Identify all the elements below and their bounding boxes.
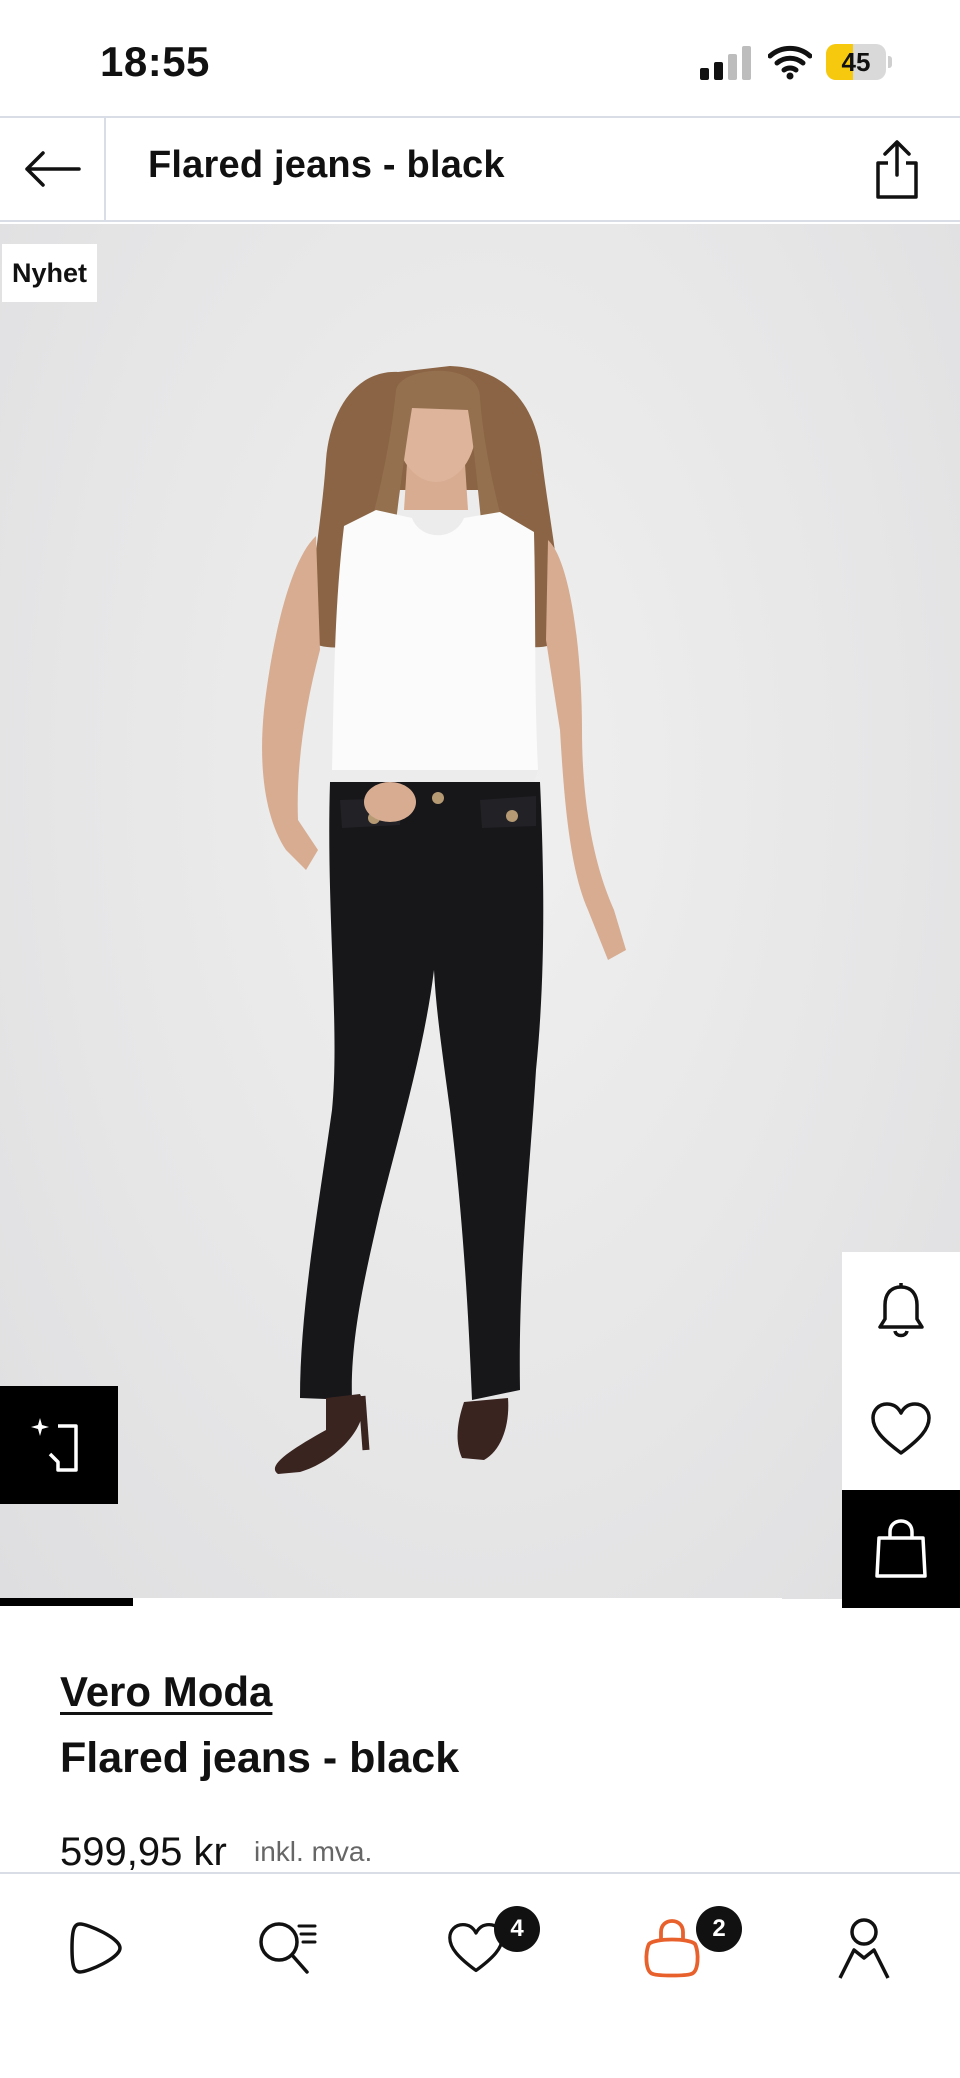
page-title: Flared jeans - black bbox=[148, 144, 505, 186]
user-icon bbox=[838, 1918, 890, 1979]
size-guide-button[interactable] bbox=[0, 1386, 118, 1504]
nav-profile[interactable] bbox=[814, 1898, 914, 1998]
size-measure-icon bbox=[31, 1418, 78, 1472]
vat-note: inkl. mva. bbox=[254, 1836, 373, 1867]
product-photo-model bbox=[262, 366, 626, 1474]
shopping-bag-icon bbox=[875, 1519, 927, 1578]
notify-button[interactable] bbox=[842, 1252, 960, 1370]
arrow-left-icon bbox=[25, 151, 81, 187]
wifi-icon bbox=[767, 44, 813, 80]
nav-search[interactable] bbox=[238, 1898, 338, 1998]
product-name: Flared jeans - black bbox=[60, 1734, 460, 1782]
app-header: Flared jeans - black bbox=[0, 116, 960, 222]
add-to-bag-button[interactable] bbox=[842, 1490, 960, 1608]
status-time: 18:55 bbox=[100, 38, 210, 85]
battery-icon: 45 bbox=[826, 44, 892, 82]
favorites-count-badge: 4 bbox=[494, 1906, 540, 1952]
bell-icon bbox=[878, 1283, 924, 1338]
product-price: 599,95 kr bbox=[60, 1830, 227, 1874]
brand-link[interactable]: Vero Moda bbox=[60, 1668, 272, 1716]
play-logo-icon bbox=[70, 1922, 122, 1974]
nav-home[interactable] bbox=[46, 1898, 146, 1998]
bag-icon bbox=[644, 1919, 700, 1978]
heart-icon bbox=[871, 1402, 931, 1455]
battery-level: 45 bbox=[841, 47, 871, 77]
share-icon bbox=[876, 140, 918, 199]
image-carousel-indicator bbox=[0, 1598, 133, 1606]
new-badge: Nyhet bbox=[2, 244, 98, 302]
cellular-signal-icon bbox=[700, 46, 752, 80]
search-list-icon bbox=[259, 1922, 317, 1974]
bag-count-badge: 2 bbox=[696, 1906, 742, 1952]
back-button[interactable] bbox=[0, 118, 106, 220]
favorite-button[interactable] bbox=[842, 1370, 960, 1488]
share-button[interactable] bbox=[862, 132, 932, 208]
